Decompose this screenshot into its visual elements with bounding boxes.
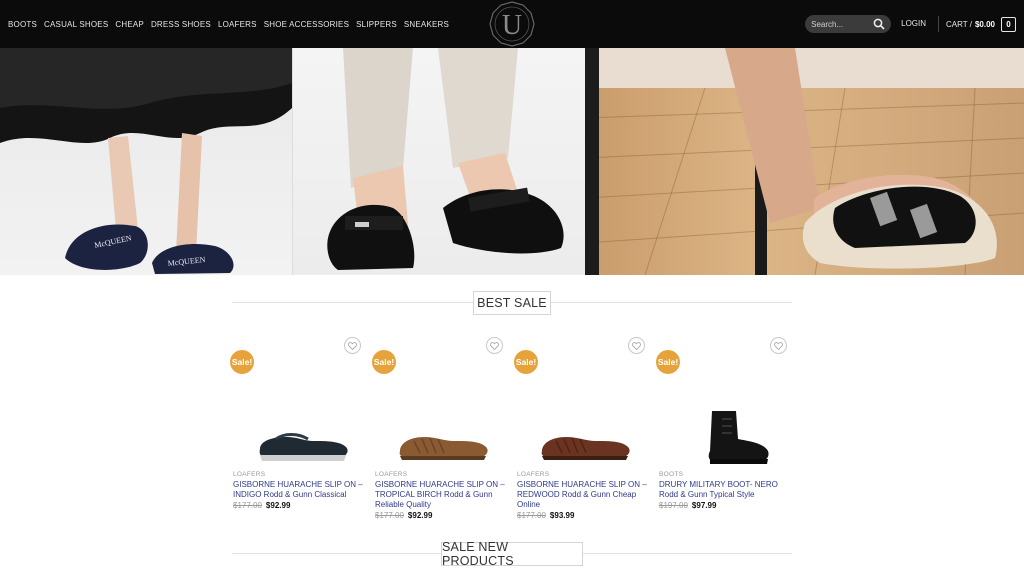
sale-price: $92.99 [265,501,291,510]
heart-icon [632,341,641,350]
sale-badge: Sale! [656,350,680,374]
heart-icon [348,341,357,350]
product-title[interactable]: DRURY MILITARY BOOT- NERO Rodd & Gunn Ty… [659,480,793,500]
product-title[interactable]: GISBORNE HUARACHE SLIP ON – INDIGO Rodd … [233,480,367,500]
sale-badge: Sale! [230,350,254,374]
nav-dress-shoes[interactable]: DRESS SHOES [151,20,211,29]
best-sale-heading: BEST SALE [473,291,551,315]
best-sale-section-title: BEST SALE [232,291,792,315]
logo-emblem: U [489,1,535,47]
header-right: LOGIN CART / $0.00 0 [805,0,1016,48]
nav-shoe-accessories[interactable]: SHOE ACCESSORIES [264,20,349,29]
login-link[interactable]: LOGIN [901,16,940,32]
product-image[interactable] [388,371,498,471]
product-price: $197.00 $97.99 [659,501,716,510]
hero-image-slides-1: McQUEEN McQUEEN [0,48,292,275]
product-card[interactable]: Sale! LOAFERS GISBORNE HUARACHE SLIP ON … [370,335,508,525]
cart-label: CART / [946,19,972,29]
product-price: $177.00 $92.99 [375,511,432,520]
regular-price: $177.00 [517,511,546,520]
cart-total: $0.00 [974,19,995,29]
product-category[interactable]: BOOTS [659,471,683,478]
new-products-section-title: SALE NEW PRODUCTS [232,540,792,568]
product-image[interactable] [530,371,640,471]
regular-price: $177.00 [375,511,404,520]
search-input[interactable] [811,19,874,29]
regular-price: $197.00 [659,501,688,510]
product-title[interactable]: GISBORNE HUARACHE SLIP ON – REDWOOD Rodd… [517,480,651,510]
product-image[interactable] [246,371,356,471]
product-category[interactable]: LOAFERS [375,471,407,478]
product-price: $177.00 $92.99 [233,501,290,510]
product-card[interactable]: Sale! LOAFERS GISBORNE HUARACHE SLIP ON … [228,335,366,525]
product-grid: Sale! LOAFERS GISBORNE HUARACHE SLIP ON … [228,335,796,535]
main-nav: BOOTS CASUAL SHOES CHEAP DRESS SHOES LOA… [8,0,449,48]
site-header: BOOTS CASUAL SHOES CHEAP DRESS SHOES LOA… [0,0,1024,48]
product-category[interactable]: LOAFERS [517,471,549,478]
product-image[interactable] [672,371,782,471]
sale-badge: Sale! [372,350,396,374]
hero-image-slides-2 [292,48,585,275]
product-card[interactable]: Sale! BOOTS DRURY MILITARY BOOT- NERO Ro… [654,335,792,525]
wishlist-button[interactable] [770,337,787,354]
nav-boots[interactable]: BOOTS [8,20,37,29]
product-price: $177.00 $93.99 [517,511,574,520]
wishlist-button[interactable] [486,337,503,354]
logo-letter: U [502,10,522,41]
nav-loafers[interactable]: LOAFERS [218,20,257,29]
search-icon[interactable] [873,18,885,30]
sale-price: $92.99 [407,511,433,520]
wishlist-button[interactable] [344,337,361,354]
nav-casual-shoes[interactable]: CASUAL SHOES [44,20,108,29]
product-category[interactable]: LOAFERS [233,471,265,478]
sale-price: $97.99 [691,501,717,510]
nav-cheap[interactable]: CHEAP [115,20,144,29]
search-box[interactable] [805,15,892,33]
cart-count-badge[interactable]: 0 [1001,16,1016,32]
regular-price: $177.00 [233,501,262,510]
site-logo[interactable]: U [487,1,537,47]
wishlist-button[interactable] [628,337,645,354]
cart-link[interactable]: CART / $0.00 0 [946,16,1016,32]
heart-icon [490,341,499,350]
hero-image-slides-3 [585,48,1024,275]
sale-new-products-heading: SALE NEW PRODUCTS [441,540,583,568]
sale-badge: Sale! [514,350,538,374]
product-card[interactable]: Sale! LOAFERS GISBORNE HUARACHE SLIP ON … [512,335,650,525]
nav-slippers[interactable]: SLIPPERS [356,20,397,29]
product-title[interactable]: GISBORNE HUARACHE SLIP ON – TROPICAL BIR… [375,480,509,510]
hero-banner[interactable]: McQUEEN McQUEEN [0,48,1024,275]
sale-price: $93.99 [549,511,575,520]
nav-sneakers[interactable]: SNEAKERS [404,20,449,29]
heart-icon [774,341,783,350]
